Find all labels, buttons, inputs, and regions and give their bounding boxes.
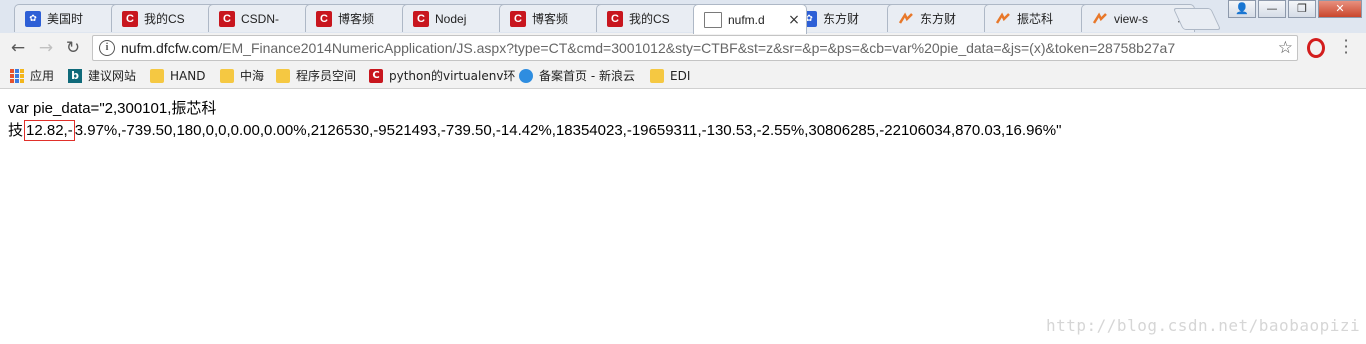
eastmoney-icon <box>1092 11 1108 27</box>
apps-grid-icon <box>10 68 24 83</box>
tab-title: CSDN- <box>241 11 279 26</box>
bookmark-label: HAND <box>170 68 206 83</box>
url-path: /EM_Finance2014NumericApplication/JS.asp… <box>218 40 1176 56</box>
bookmark-apps[interactable]: 应用 <box>10 67 54 84</box>
address-bar[interactable]: i nufm.dfcfw.com/EM_Finance2014NumericAp… <box>92 35 1298 61</box>
tab-title: 我的CS <box>144 12 185 26</box>
user-icon[interactable]: 👤 <box>1228 0 1256 18</box>
csdn-icon: C <box>316 10 332 27</box>
watermark: http://blog.csdn.net/baobaopizi <box>1046 316 1361 335</box>
tab-title: Nodej <box>435 11 467 26</box>
bookmark-suggested-sites[interactable]: b 建议网站 <box>68 67 136 84</box>
csdn-icon: C <box>607 10 623 27</box>
url-text[interactable]: nufm.dfcfw.com/EM_Finance2014NumericAppl… <box>121 40 1271 56</box>
tab-strip: ✿ 美国时 × C 我的CS × C CSDN- × C 博客频 × C Nod… <box>0 0 1366 34</box>
bookmarks-bar: 应用 b 建议网站 HAND 中海 程序员空间 C python的virtual… <box>0 63 1366 89</box>
response-line-1: var pie_data="2,300101,振芯科 <box>8 100 217 117</box>
tab-title: 振芯科 <box>1017 12 1054 26</box>
tab-title: 东方财 <box>823 12 860 26</box>
bookmark-star-icon[interactable]: ☆ <box>1278 38 1293 58</box>
bookmark-label: 中海 <box>240 69 265 83</box>
response-line-2: 技 12.82,- 3.97%,-739.50,180,0,0,0.00,0.00%… <box>8 120 1358 142</box>
bookmark-sina-cloud[interactable]: 备案首页 - 新浪云 <box>519 67 635 84</box>
csdn-icon: C <box>369 68 383 83</box>
response-rest: 3.97%,-739.50,180,0,0,0.00,0.00%,2126530… <box>74 122 1062 139</box>
tab-title: 东方财 <box>920 12 957 26</box>
document-icon <box>704 11 722 28</box>
eastmoney-icon <box>898 11 914 27</box>
csdn-icon: C <box>510 10 526 27</box>
baidu-paw-icon: ✿ <box>25 10 41 27</box>
folder-icon <box>650 68 664 83</box>
opera-extension-icon[interactable] <box>1307 38 1325 58</box>
reload-icon[interactable]: ↻ <box>63 38 83 58</box>
bookmark-edi[interactable]: EDI <box>650 67 690 84</box>
tab-title: 博客频 <box>532 12 569 26</box>
page-content: var pie_data="2,300101,振芯科 技 12.82,- 3.97%… <box>8 98 1358 142</box>
minimize-icon[interactable]: — <box>1258 0 1286 18</box>
menu-dots-icon[interactable]: · · · <box>1343 33 1349 61</box>
csdn-icon: C <box>219 10 235 27</box>
toolbar: ← → ↻ i nufm.dfcfw.com/EM_Finance2014Num… <box>0 33 1366 63</box>
window-close-icon[interactable]: ✕ <box>1318 0 1362 18</box>
cloud-icon <box>519 68 533 83</box>
forward-arrow-icon[interactable]: → <box>36 38 56 58</box>
eastmoney-icon <box>995 11 1011 27</box>
bing-icon: b <box>68 68 82 83</box>
bookmark-python-virtualenv[interactable]: C python的virtualenv环 <box>369 67 515 84</box>
csdn-icon: C <box>122 10 138 27</box>
url-host: nufm.dfcfw.com <box>121 40 219 56</box>
bookmark-programmer-space[interactable]: 程序员空间 <box>276 67 356 84</box>
info-icon[interactable]: i <box>99 40 115 56</box>
csdn-icon: C <box>413 10 429 27</box>
bookmark-hand[interactable]: HAND <box>150 67 205 84</box>
folder-icon <box>276 68 290 83</box>
close-tab-icon[interactable]: × <box>788 13 800 27</box>
tab-8-active[interactable]: nufm.d × <box>693 4 807 34</box>
bookmark-label: python的virtualenv环 <box>389 69 516 83</box>
folder-icon <box>220 68 234 83</box>
back-arrow-icon[interactable]: ← <box>8 38 28 58</box>
folder-icon <box>150 68 164 83</box>
bookmark-label: 应用 <box>30 69 55 83</box>
tab-title: 博客频 <box>338 12 375 26</box>
maximize-icon[interactable]: ❐ <box>1288 0 1316 18</box>
highlighted-value: 12.82,- <box>24 120 75 141</box>
bookmark-label: EDI <box>670 68 691 83</box>
bookmark-label: 建议网站 <box>88 69 137 83</box>
tab-title: nufm.d <box>728 12 765 27</box>
bookmark-label: 备案首页 - 新浪云 <box>539 69 635 83</box>
bookmark-label: 程序员空间 <box>296 69 357 83</box>
tab-title: 我的CS <box>629 12 670 26</box>
bookmark-zhonghai[interactable]: 中海 <box>220 67 264 84</box>
tab-title: 美国时 <box>47 12 84 26</box>
response-prefix: 技 <box>8 122 24 139</box>
tab-title: view-s <box>1114 11 1149 26</box>
